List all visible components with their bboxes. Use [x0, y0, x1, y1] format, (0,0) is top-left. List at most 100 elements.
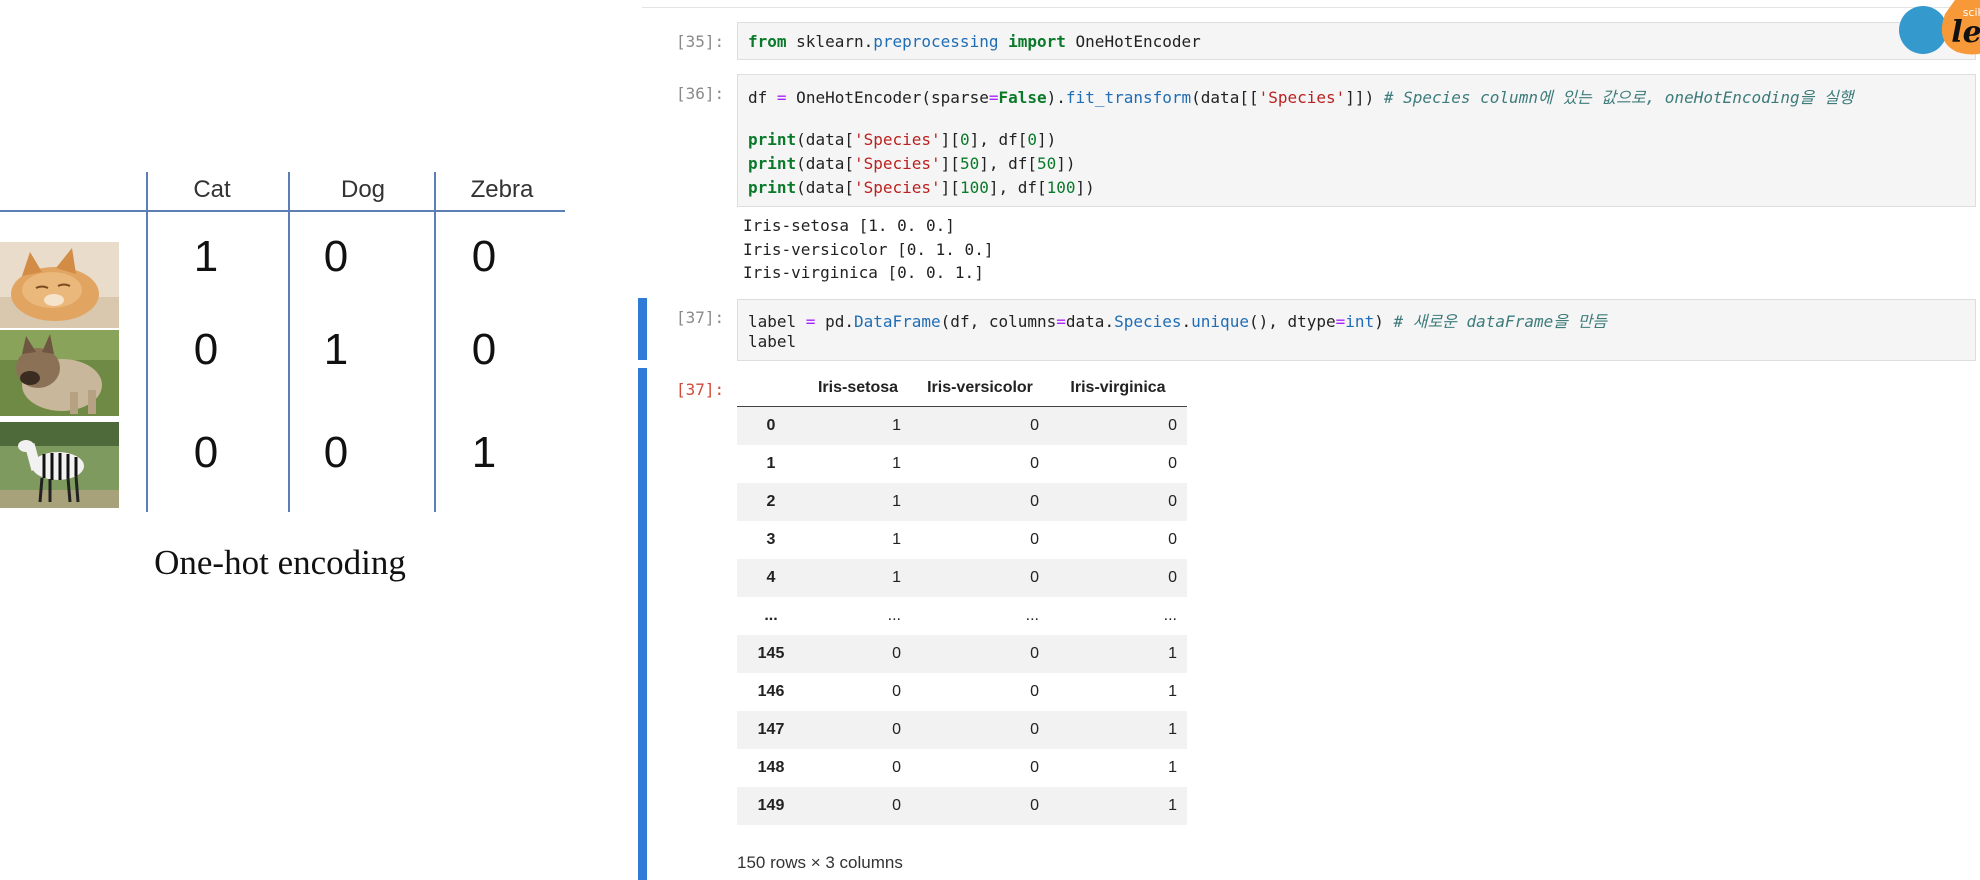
code-line: label	[748, 332, 797, 351]
table-cell: 0	[1168, 531, 1177, 548]
cell-value: 0	[193, 325, 219, 374]
table-cell: 0	[1030, 493, 1039, 510]
row-index: ...	[764, 607, 778, 624]
scikit-learn-logo: scikit learn	[1899, 0, 1980, 55]
table-cell: 0	[1030, 569, 1039, 586]
index-header	[737, 370, 805, 407]
table-row: 3 1 0 0	[737, 521, 1187, 559]
table-cell: 0	[1030, 417, 1039, 434]
cell-value: 1	[323, 325, 349, 374]
table-row: 145 0 0 1	[737, 635, 1187, 673]
code-line: print(data['Species'][100], df[100])	[748, 178, 1095, 197]
table-cell: 0	[1030, 455, 1039, 472]
code-cell-36[interactable]: df = OneHotEncoder(sparse=False).fit_tra…	[737, 74, 1976, 207]
table-cell: 0	[1030, 683, 1039, 700]
divider	[642, 7, 1980, 8]
table-cell: 0	[1030, 759, 1039, 776]
table-cell: ...	[1163, 607, 1177, 624]
table-row: 146 0 0 1	[737, 673, 1187, 711]
cell-value: 1	[193, 232, 219, 281]
table-row: 147 0 0 1	[737, 711, 1187, 749]
active-cell-indicator	[638, 368, 647, 880]
cell-prompt: [36]:	[676, 84, 725, 103]
code-cell-35[interactable]: from sklearn.preprocessing import OneHot…	[737, 22, 1976, 60]
table-cell: ...	[1025, 607, 1039, 624]
table-cell: 0	[1168, 493, 1177, 510]
dog-photo	[0, 330, 119, 416]
table-row: ............	[737, 597, 1187, 635]
row-index: 1	[766, 455, 776, 472]
column-divider	[288, 172, 290, 512]
table-cell: 1	[1168, 759, 1177, 776]
stdout-line: Iris-versicolor [0. 1. 0.]	[743, 240, 994, 259]
cell-value: 0	[471, 232, 497, 281]
cell-value: 0	[323, 232, 349, 281]
table-cell: 0	[1168, 569, 1177, 586]
table-cell: 0	[1030, 645, 1039, 662]
row-index: 146	[757, 683, 785, 700]
table-cell: 1	[1168, 797, 1177, 814]
row-index: 148	[757, 759, 785, 776]
dataframe-shape: 150 rows × 3 columns	[737, 853, 903, 872]
table-cell: 0	[892, 759, 901, 776]
row-index: 2	[766, 493, 776, 510]
row-index: 145	[757, 645, 785, 662]
table-cell: 1	[892, 417, 901, 434]
table-cell: 0	[892, 721, 901, 738]
table-cell: 1	[892, 455, 901, 472]
table-cell: 1	[1168, 721, 1177, 738]
one-hot-illustration: Cat Dog Zebra 1 0 0 0 1 0 0 0 1 One-hot …	[0, 0, 600, 880]
table-cell: 1	[892, 493, 901, 510]
cat-photo	[0, 242, 119, 328]
table-row: 149 0 0 1	[737, 787, 1187, 825]
row-index: 147	[757, 721, 785, 738]
notebook: [35]: from sklearn.preprocessing import …	[630, 0, 1980, 880]
active-cell-indicator	[638, 298, 647, 360]
table-cell: 0	[1030, 531, 1039, 548]
cell-prompt: [37]:	[676, 308, 725, 327]
code-line: print(data['Species'][50], df[50])	[748, 154, 1076, 173]
header-underline	[0, 210, 565, 212]
table-cell: 0	[1030, 721, 1039, 738]
cell-value: 0	[193, 428, 219, 477]
column-divider	[146, 172, 148, 512]
code-line: from sklearn.preprocessing import OneHot…	[748, 32, 1201, 51]
table-cell: 0	[892, 645, 901, 662]
column-header: Iris-versicolor	[911, 370, 1049, 407]
table-row: 2 1 0 0	[737, 483, 1187, 521]
illustration-caption: One-hot encoding	[154, 543, 406, 582]
table-cell: 0	[892, 797, 901, 814]
table-cell: 0	[1168, 455, 1177, 472]
table-header-row: Iris-setosa Iris-versicolor Iris-virgini…	[737, 370, 1187, 407]
column-header: Iris-virginica	[1049, 370, 1187, 407]
stdout-line: Iris-setosa [1. 0. 0.]	[743, 216, 955, 235]
cell-value: 1	[471, 428, 497, 477]
cell-prompt: [35]:	[676, 32, 725, 51]
code-line: print(data['Species'][0], df[0])	[748, 130, 1057, 149]
column-divider	[434, 172, 436, 512]
row-index: 149	[757, 797, 785, 814]
table-cell: 1	[892, 531, 901, 548]
column-header-cat: Cat	[193, 176, 231, 203]
table-cell: 1	[1168, 645, 1177, 662]
dataframe-table: Iris-setosa Iris-versicolor Iris-virgini…	[737, 370, 1187, 825]
row-index: 3	[766, 531, 776, 548]
code-line: label = pd.DataFrame(df, columns=data.Sp…	[748, 312, 1608, 331]
table-row: 0 1 0 0	[737, 406, 1187, 445]
table-cell: 0	[1030, 797, 1039, 814]
output-prompt: [37]:	[676, 380, 725, 399]
table-cell: ...	[887, 607, 901, 624]
row-index: 4	[766, 569, 776, 586]
zebra-photo	[0, 422, 119, 508]
table-cell: 1	[1168, 683, 1177, 700]
logo-text: learn	[1951, 15, 1980, 50]
column-header-zebra: Zebra	[470, 176, 534, 203]
table-row: 148 0 0 1	[737, 749, 1187, 787]
table-row: 1 1 0 0	[737, 445, 1187, 483]
table-row: 4 1 0 0	[737, 559, 1187, 597]
column-header: Iris-setosa	[805, 370, 911, 407]
code-cell-37[interactable]: label = pd.DataFrame(df, columns=data.Sp…	[737, 299, 1976, 361]
table-cell: 1	[892, 569, 901, 586]
column-header-dog: Dog	[340, 176, 386, 203]
table-cell: 0	[892, 683, 901, 700]
